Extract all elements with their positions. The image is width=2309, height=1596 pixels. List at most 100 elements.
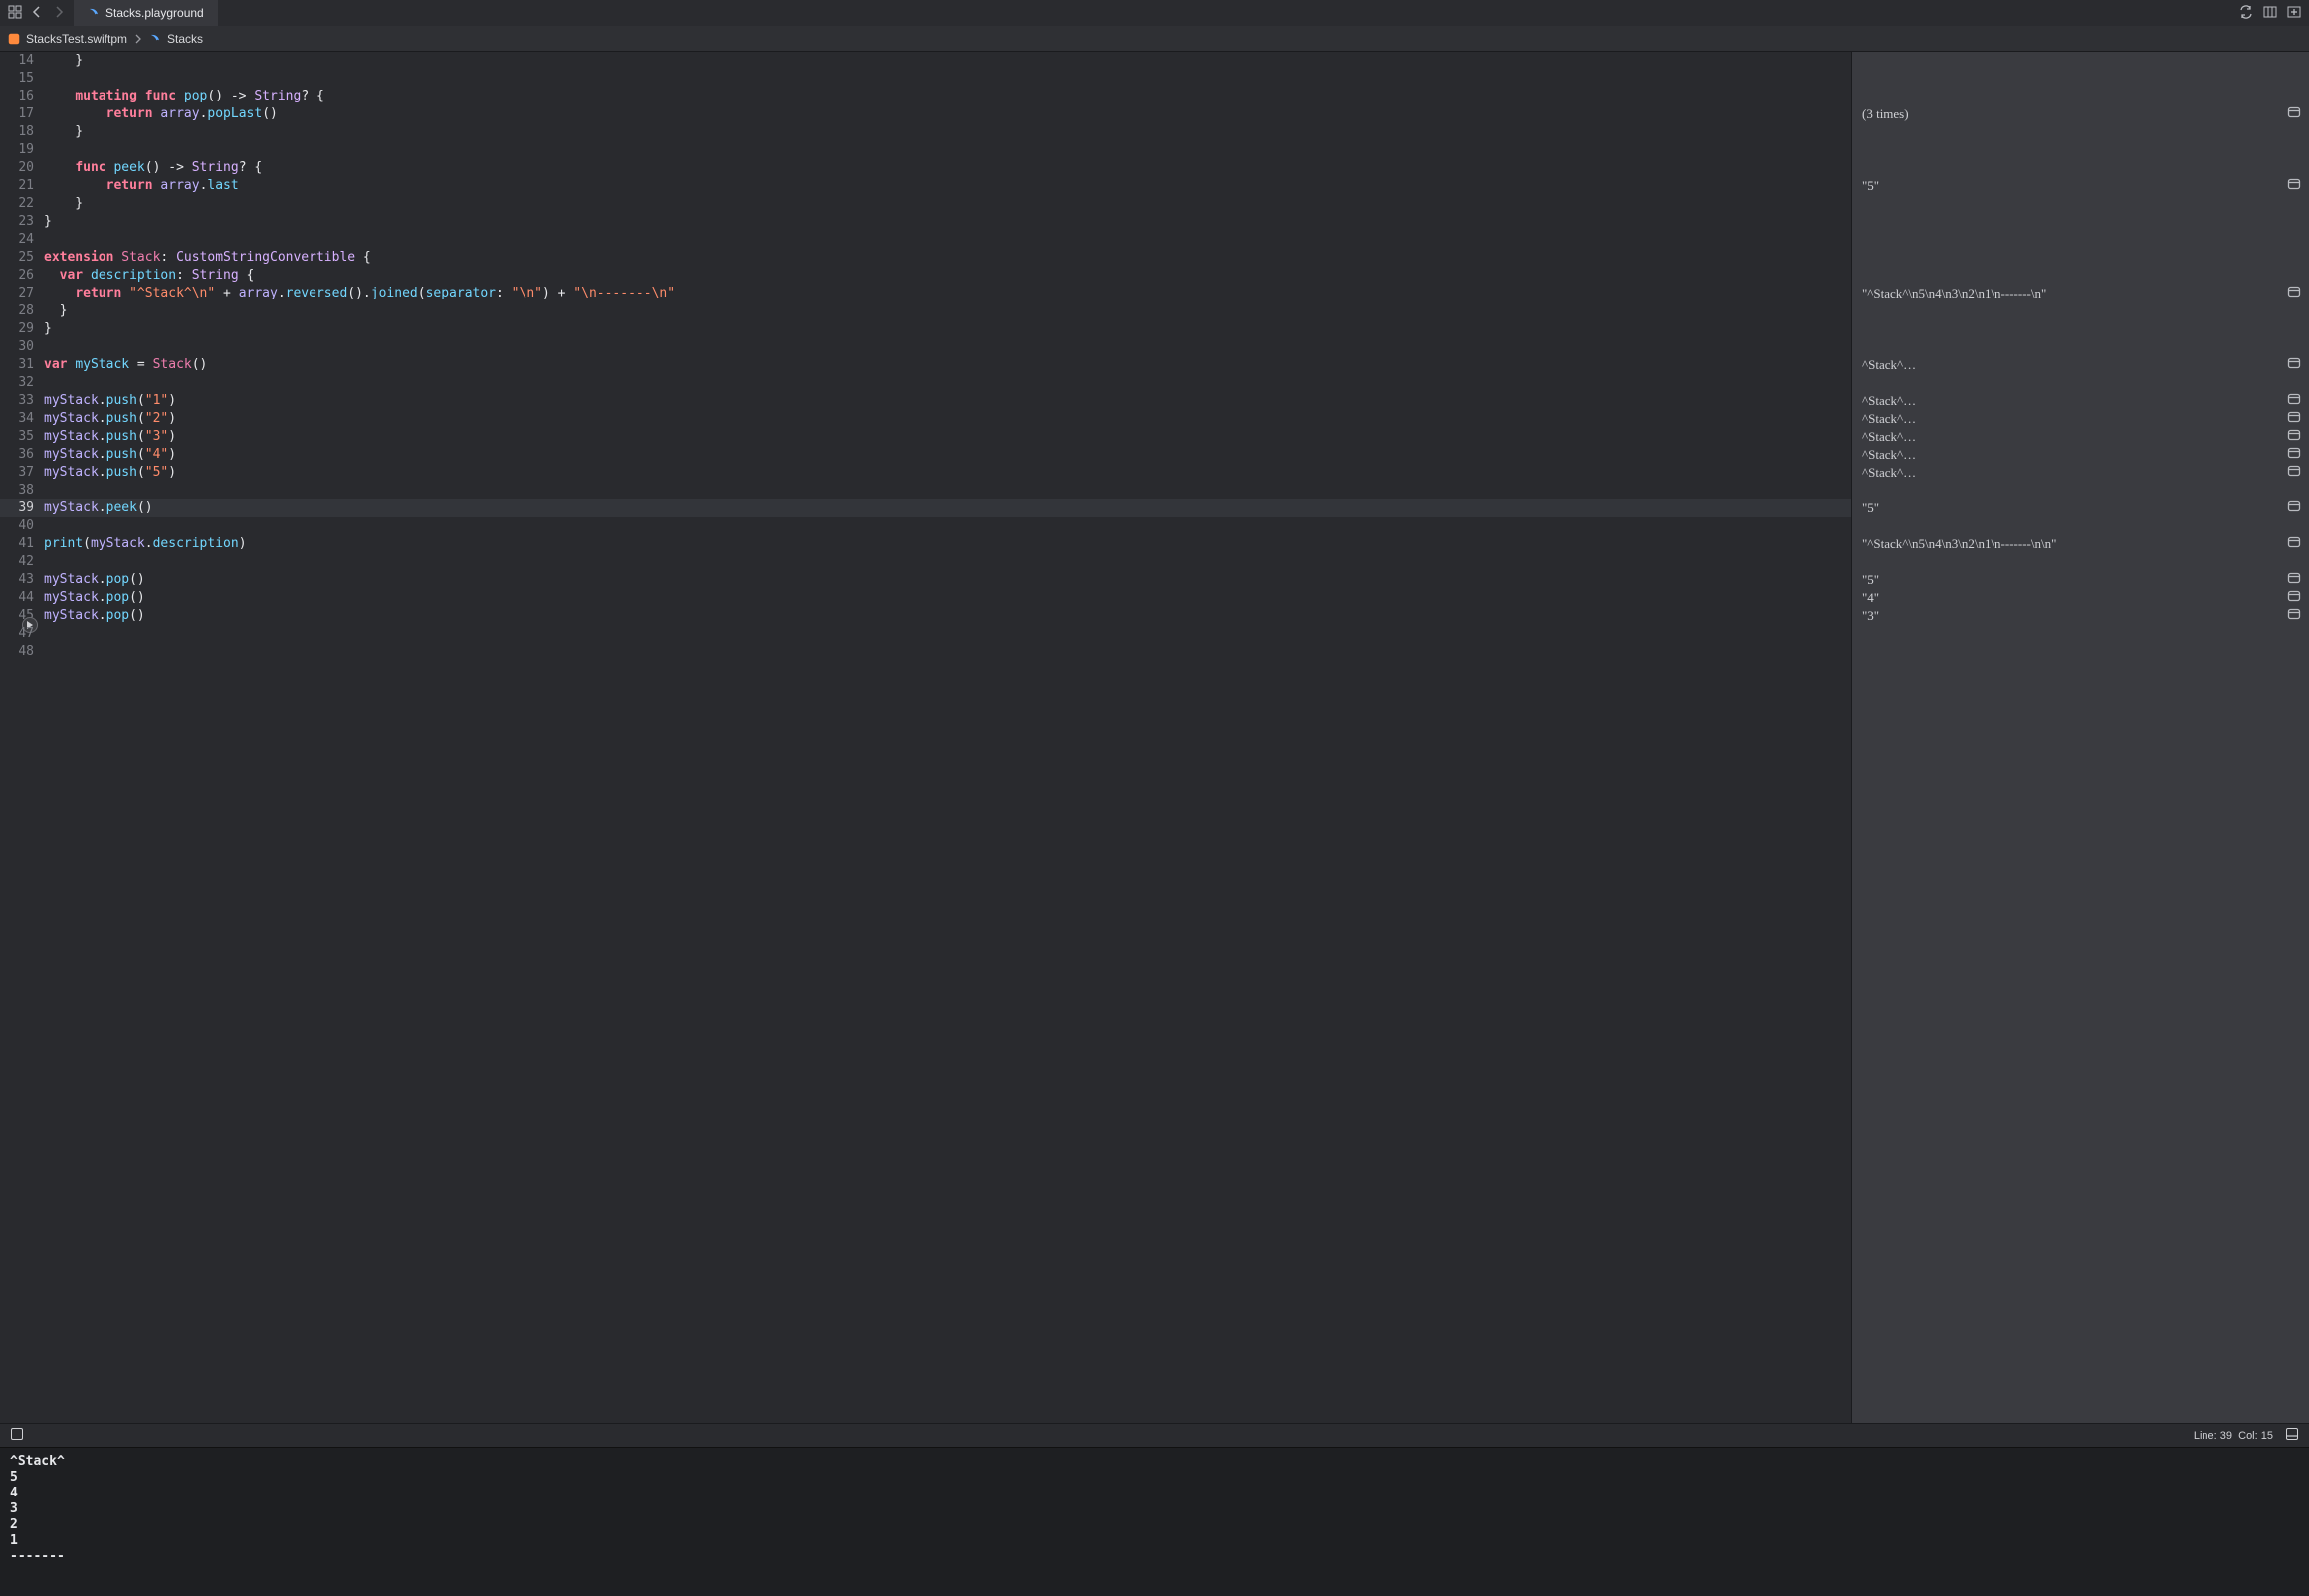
code-content[interactable]: myStack.push("1"): [44, 392, 1851, 410]
code-content[interactable]: }: [44, 123, 1851, 141]
code-content[interactable]: mutating func pop() -> String? {: [44, 88, 1851, 105]
code-content[interactable]: return array.popLast(): [44, 105, 1851, 123]
quicklook-icon[interactable]: [2287, 446, 2301, 464]
quicklook-icon[interactable]: [2287, 177, 2301, 195]
code-line[interactable]: 37myStack.push("5"): [0, 464, 1851, 482]
sync-icon[interactable]: [2239, 5, 2253, 22]
code-line[interactable]: 15: [0, 70, 1851, 88]
breadcrumb-file[interactable]: Stacks: [167, 32, 203, 46]
code-line[interactable]: 22 }: [0, 195, 1851, 213]
quicklook-icon[interactable]: [2287, 285, 2301, 302]
quicklook-icon[interactable]: [2287, 464, 2301, 482]
code-line[interactable]: 25extension Stack: CustomStringConvertib…: [0, 249, 1851, 267]
line-number: 39: [0, 499, 44, 517]
code-content[interactable]: return "^Stack^\n" + array.reversed().jo…: [44, 285, 1851, 302]
code-content[interactable]: extension Stack: CustomStringConvertible…: [44, 249, 1851, 267]
nav-forward-icon[interactable]: [52, 5, 66, 22]
code-editor[interactable]: 14 }1516 mutating func pop() -> String? …: [0, 52, 1851, 1423]
code-line[interactable]: 36myStack.push("4"): [0, 446, 1851, 464]
code-line[interactable]: 44myStack.pop(): [0, 589, 1851, 607]
code-line[interactable]: 48: [0, 643, 1851, 661]
debug-console[interactable]: ^Stack^ 5 4 3 2 1 -------: [0, 1447, 2309, 1596]
code-content[interactable]: [44, 141, 1851, 159]
panel-toggle-icon[interactable]: [2285, 1427, 2299, 1444]
code-line[interactable]: 38: [0, 482, 1851, 499]
code-line[interactable]: 28 }: [0, 302, 1851, 320]
code-content[interactable]: print(myStack.description): [44, 535, 1851, 553]
code-content[interactable]: [44, 643, 1851, 661]
code-line[interactable]: 30: [0, 338, 1851, 356]
code-line[interactable]: 35myStack.push("3"): [0, 428, 1851, 446]
code-content[interactable]: return array.last: [44, 177, 1851, 195]
console-toggle-icon[interactable]: [10, 1427, 24, 1444]
quicklook-icon[interactable]: [2287, 428, 2301, 446]
code-line[interactable]: 31var myStack = Stack(): [0, 356, 1851, 374]
code-content[interactable]: [44, 70, 1851, 88]
columns-icon[interactable]: [2263, 5, 2277, 22]
code-line[interactable]: 32: [0, 374, 1851, 392]
code-line[interactable]: 39myStack.peek(): [0, 499, 1851, 517]
window-grid-icon[interactable]: [8, 5, 22, 22]
code-line[interactable]: 14 }: [0, 52, 1851, 70]
tab-playground[interactable]: Stacks.playground: [74, 0, 218, 26]
code-content[interactable]: [44, 625, 1851, 643]
code-content[interactable]: }: [44, 213, 1851, 231]
quicklook-icon[interactable]: [2287, 607, 2301, 625]
code-line[interactable]: 29}: [0, 320, 1851, 338]
code-line[interactable]: 42: [0, 553, 1851, 571]
result-line: "3": [1852, 607, 2309, 625]
code-content[interactable]: myStack.pop(): [44, 571, 1851, 589]
code-content[interactable]: }: [44, 302, 1851, 320]
quicklook-icon[interactable]: [2287, 356, 2301, 374]
code-line[interactable]: 41print(myStack.description): [0, 535, 1851, 553]
result-line: [1852, 267, 2309, 285]
code-content[interactable]: var myStack = Stack(): [44, 356, 1851, 374]
code-line[interactable]: 27 return "^Stack^\n" + array.reversed()…: [0, 285, 1851, 302]
code-content[interactable]: myStack.push("3"): [44, 428, 1851, 446]
code-line[interactable]: 34myStack.push("2"): [0, 410, 1851, 428]
code-line[interactable]: 43myStack.pop(): [0, 571, 1851, 589]
code-line[interactable]: 45myStack.pop(): [0, 607, 1851, 625]
code-content[interactable]: [44, 338, 1851, 356]
code-content[interactable]: }: [44, 320, 1851, 338]
code-line[interactable]: 20 func peek() -> String? {: [0, 159, 1851, 177]
code-line[interactable]: 19: [0, 141, 1851, 159]
code-content[interactable]: myStack.peek(): [44, 499, 1851, 517]
code-line[interactable]: 23}: [0, 213, 1851, 231]
code-content[interactable]: [44, 553, 1851, 571]
code-line[interactable]: 17 return array.popLast(): [0, 105, 1851, 123]
code-line[interactable]: 16 mutating func pop() -> String? {: [0, 88, 1851, 105]
code-content[interactable]: func peek() -> String? {: [44, 159, 1851, 177]
code-content[interactable]: [44, 482, 1851, 499]
code-content[interactable]: myStack.push("2"): [44, 410, 1851, 428]
quicklook-icon[interactable]: [2287, 410, 2301, 428]
code-content[interactable]: myStack.push("4"): [44, 446, 1851, 464]
quicklook-icon[interactable]: [2287, 535, 2301, 553]
code-line[interactable]: 47: [0, 625, 1851, 643]
code-content[interactable]: [44, 374, 1851, 392]
code-content[interactable]: }: [44, 195, 1851, 213]
nav-back-icon[interactable]: [30, 5, 44, 22]
code-content[interactable]: [44, 231, 1851, 249]
code-line[interactable]: 40: [0, 517, 1851, 535]
code-content[interactable]: myStack.push("5"): [44, 464, 1851, 482]
code-line[interactable]: 18 }: [0, 123, 1851, 141]
code-line[interactable]: 26 var description: String {: [0, 267, 1851, 285]
quicklook-icon[interactable]: [2287, 105, 2301, 123]
code-content[interactable]: var description: String {: [44, 267, 1851, 285]
code-content[interactable]: }: [44, 52, 1851, 70]
code-content[interactable]: [44, 517, 1851, 535]
add-panel-icon[interactable]: [2287, 5, 2301, 22]
code-line[interactable]: 21 return array.last: [0, 177, 1851, 195]
result-line: "5": [1852, 499, 2309, 517]
quicklook-icon[interactable]: [2287, 392, 2301, 410]
result-line: [1852, 320, 2309, 338]
code-line[interactable]: 24: [0, 231, 1851, 249]
code-content[interactable]: myStack.pop(): [44, 607, 1851, 625]
breadcrumb-project[interactable]: StacksTest.swiftpm: [26, 32, 127, 46]
code-content[interactable]: myStack.pop(): [44, 589, 1851, 607]
quicklook-icon[interactable]: [2287, 589, 2301, 607]
quicklook-icon[interactable]: [2287, 571, 2301, 589]
quicklook-icon[interactable]: [2287, 499, 2301, 517]
code-line[interactable]: 33myStack.push("1"): [0, 392, 1851, 410]
